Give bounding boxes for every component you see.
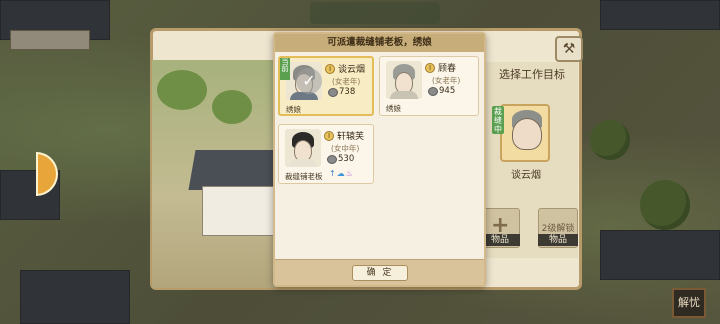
item-slot-2-lock-text: 2级解锁 <box>541 224 575 234</box>
needle-icon: ↑ <box>329 169 337 178</box>
back-title-ribbon <box>310 2 440 24</box>
house-roof <box>188 150 277 190</box>
check-icon: ✓ <box>296 68 322 94</box>
coin-icon <box>327 155 337 164</box>
dialog-footer: 确 定 <box>275 259 484 285</box>
worker-card-2[interactable]: I 顾春 (女老年) 945 绣娘 <box>379 56 479 116</box>
worker-role: 绣娘 <box>386 104 401 113</box>
skill-icons: ↑☁♨ <box>329 169 354 178</box>
worker-card-3[interactable]: I 轩辕芙 (女中年) 530 裁缝铺老板 ↑☁♨ <box>278 124 374 184</box>
level-icon: I <box>325 64 335 74</box>
coin-icon <box>328 88 338 97</box>
worker-role: 绣娘 <box>286 105 301 114</box>
flame-icon: ♨ <box>345 169 354 178</box>
worker-coins: 945 <box>439 86 456 96</box>
current-tag: 当前 <box>280 58 290 80</box>
tree <box>157 70 207 110</box>
worker-card-1[interactable]: ✓ 当前 I 谈云烟 (女老年) 738 绣娘 <box>278 56 374 116</box>
worker-portrait <box>285 129 321 167</box>
coin-icon <box>428 87 438 96</box>
house-wall <box>202 186 277 236</box>
worker-age: (女老年) <box>432 76 461 85</box>
clothing <box>390 91 418 99</box>
tree <box>212 90 252 124</box>
dialog-title: 可派遣裁缝铺老板，绣娘 <box>275 34 484 52</box>
confirm-button[interactable]: 确 定 <box>352 265 408 281</box>
dispatch-dialog: 可派遣裁缝铺老板，绣娘 ✓ 当前 I 谈云烟 (女老年) 738 绣娘 I 顾春… <box>273 32 486 287</box>
worker-coins: 738 <box>339 87 356 97</box>
clothing <box>289 159 317 167</box>
worker-name: 轩辕芙 <box>337 132 365 142</box>
worker-age: (女中年) <box>331 144 360 153</box>
worker-age: (女老年) <box>332 77 361 86</box>
level-icon: I <box>324 131 334 141</box>
item-slot-2-label: 物品 <box>538 234 578 246</box>
target-title: 选择工作目标 <box>499 68 565 81</box>
target-worker-name: 谈云烟 <box>511 170 541 181</box>
jieyou-stamp[interactable]: 解忧 <box>672 288 706 318</box>
face <box>512 118 542 150</box>
item-slot-1-label: 物品 <box>480 234 520 246</box>
hammer-icon[interactable]: ⚒ <box>555 36 583 62</box>
worker-role: 裁缝铺老板 <box>285 172 323 181</box>
worker-portrait <box>386 61 422 99</box>
target-worker-card[interactable] <box>500 104 550 162</box>
worker-name: 谈云烟 <box>338 65 366 75</box>
working-badge: 裁缝中 <box>492 106 504 134</box>
worker-portrait: ✓ <box>286 62 322 100</box>
workshop-scene <box>152 60 277 288</box>
cloud-icon: ☁ <box>336 169 346 178</box>
level-icon: I <box>425 63 435 73</box>
worker-name: 顾春 <box>438 64 457 74</box>
worker-coins: 530 <box>338 154 355 164</box>
